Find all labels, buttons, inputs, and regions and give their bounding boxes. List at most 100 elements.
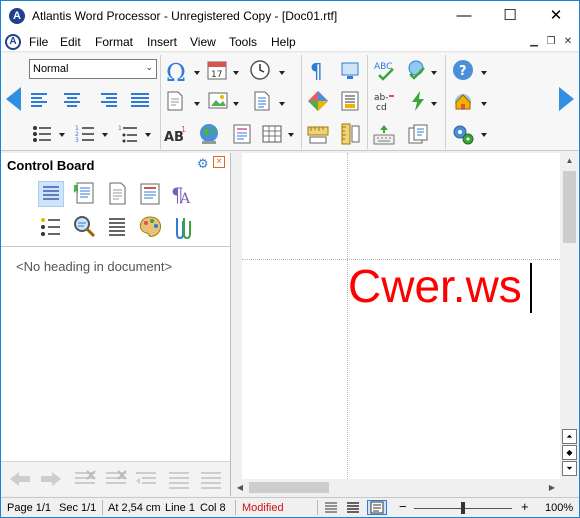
insert-object-icon[interactable] — [231, 123, 253, 145]
paperclip-icon[interactable] — [169, 214, 195, 240]
autocorrect-dropdown-icon[interactable] — [431, 102, 437, 106]
text-icon[interactable] — [339, 90, 361, 112]
document-page[interactable]: Cwer.ws — [242, 153, 560, 479]
document-icon[interactable] — [251, 90, 273, 112]
delete-all-icon[interactable] — [104, 469, 128, 489]
previous-page-button[interactable]: ⏶ — [562, 429, 577, 444]
help-dropdown-icon[interactable] — [481, 71, 487, 75]
bookmarks-view-icon[interactable] — [71, 181, 97, 207]
document-menu-icon[interactable]: A — [5, 34, 21, 50]
delete-heading-icon[interactable] — [73, 469, 97, 489]
page-setup-dropdown-icon[interactable] — [194, 102, 200, 106]
promote-icon[interactable] — [134, 469, 158, 489]
font-icon[interactable]: AB 1 — [164, 123, 186, 145]
bullets-icon[interactable] — [31, 123, 53, 145]
paragraph-marks-icon[interactable]: ¶ — [307, 59, 329, 81]
search-icon[interactable] — [71, 214, 97, 240]
minimize-button[interactable]: — — [441, 1, 487, 32]
pages-view-icon[interactable] — [104, 181, 130, 207]
full-screen-icon[interactable] — [339, 59, 361, 81]
scroll-up-icon[interactable]: ▲ — [560, 153, 579, 169]
notes-icon[interactable] — [407, 123, 429, 145]
text-list-icon[interactable] — [104, 214, 130, 240]
ruler-h-icon[interactable] — [307, 123, 329, 145]
insert-date-icon[interactable]: 17 — [206, 59, 228, 81]
back-arrow-icon[interactable] — [8, 469, 32, 489]
move-down-icon[interactable] — [199, 469, 223, 489]
mdi-minimize-button[interactable]: ▁ — [526, 34, 542, 49]
normal-view-icon[interactable] — [323, 500, 339, 515]
draft-view-icon[interactable] — [345, 500, 361, 515]
scroll-right-icon[interactable]: ▶ — [544, 479, 560, 496]
time-dropdown-icon[interactable] — [279, 71, 285, 75]
multilevel-dropdown-icon[interactable] — [145, 133, 151, 137]
mdi-close-button[interactable]: ✕ — [560, 34, 576, 49]
scroll-left-icon[interactable]: ◀ — [232, 479, 248, 496]
options-dropdown-icon[interactable] — [481, 133, 487, 137]
spellcheck-icon[interactable]: ABC — [373, 59, 395, 81]
picture-dropdown-icon[interactable] — [233, 102, 239, 106]
numbering-dropdown-icon[interactable] — [102, 133, 108, 137]
toolbar-scroll-left-icon[interactable] — [6, 87, 21, 111]
insert-time-icon[interactable] — [249, 59, 271, 81]
grid-icon[interactable] — [307, 90, 329, 112]
menu-format[interactable]: Format — [95, 35, 133, 49]
bullets-dropdown-icon[interactable] — [59, 133, 65, 137]
document-dropdown-icon[interactable] — [279, 102, 285, 106]
justify-icon[interactable] — [129, 90, 151, 112]
align-left-icon[interactable] — [29, 90, 51, 112]
vertical-scroll-thumb[interactable] — [563, 171, 576, 243]
symbol-dropdown-icon[interactable] — [194, 71, 200, 75]
numbering-icon[interactable]: 1 2 3 — [74, 123, 96, 145]
hyphenation-icon[interactable]: ab- cd — [373, 90, 395, 112]
menu-tools[interactable]: Tools — [229, 35, 257, 49]
gear-icon[interactable]: ⚙ — [197, 156, 209, 172]
help-icon[interactable]: ? — [452, 59, 474, 81]
align-center-icon[interactable] — [61, 90, 83, 112]
styles-view-icon[interactable] — [137, 181, 163, 207]
vertical-scrollbar[interactable]: ▲ ⏶ ◆ ⏷ — [560, 153, 579, 479]
menu-view[interactable]: View — [190, 35, 216, 49]
date-dropdown-icon[interactable] — [233, 71, 239, 75]
spellcheck-dropdown-icon[interactable] — [431, 71, 437, 75]
font-style-icon[interactable]: ¶ A — [169, 181, 195, 207]
menu-edit[interactable]: Edit — [60, 35, 81, 49]
move-up-icon[interactable] — [167, 469, 191, 489]
keyboard-icon[interactable] — [373, 123, 395, 145]
paragraph-style-select[interactable]: Normal ⌄ — [29, 59, 157, 79]
forward-arrow-icon[interactable] — [39, 469, 63, 489]
toolbar-scroll-right-icon[interactable] — [559, 87, 574, 111]
close-button[interactable]: ✕ — [533, 1, 579, 32]
options-icon[interactable] — [452, 123, 474, 145]
horizontal-scrollbar[interactable]: ◀ ▶ — [232, 479, 560, 496]
align-right-icon[interactable] — [97, 90, 119, 112]
table-dropdown-icon[interactable] — [288, 133, 294, 137]
next-page-button[interactable]: ⏷ — [562, 461, 577, 476]
autocorrect-icon[interactable] — [407, 90, 429, 112]
zoom-out-button[interactable]: − — [399, 499, 407, 514]
headings-view-icon[interactable] — [38, 181, 64, 207]
zoom-in-button[interactable]: + — [521, 499, 529, 514]
zoom-slider-thumb[interactable] — [461, 502, 465, 514]
ruler-v-icon[interactable] — [339, 123, 361, 145]
outline-list-icon[interactable] — [38, 214, 64, 240]
menu-help[interactable]: Help — [271, 35, 296, 49]
browse-object-button[interactable]: ◆ — [562, 445, 577, 460]
horizontal-scroll-thumb[interactable] — [249, 482, 329, 493]
maximize-button[interactable]: ☐ — [487, 1, 533, 32]
home-dropdown-icon[interactable] — [481, 102, 487, 106]
menu-file[interactable]: File — [29, 35, 48, 49]
palette-icon[interactable] — [137, 214, 163, 240]
document-text[interactable]: Cwer.ws — [348, 258, 522, 314]
spellcheck-online-icon[interactable] — [405, 59, 427, 81]
globe-icon[interactable] — [197, 122, 221, 146]
symbol-omega-icon[interactable]: Ω — [164, 59, 190, 85]
menu-insert[interactable]: Insert — [147, 35, 177, 49]
close-icon[interactable]: × — [213, 156, 225, 168]
table-icon[interactable] — [261, 123, 283, 145]
mdi-restore-button[interactable]: ❐ — [543, 34, 559, 49]
home-icon[interactable] — [452, 90, 474, 112]
insert-picture-icon[interactable] — [207, 90, 229, 112]
multilevel-list-icon[interactable]: 1 — [117, 123, 139, 145]
page-layout-view-icon[interactable] — [367, 500, 387, 515]
